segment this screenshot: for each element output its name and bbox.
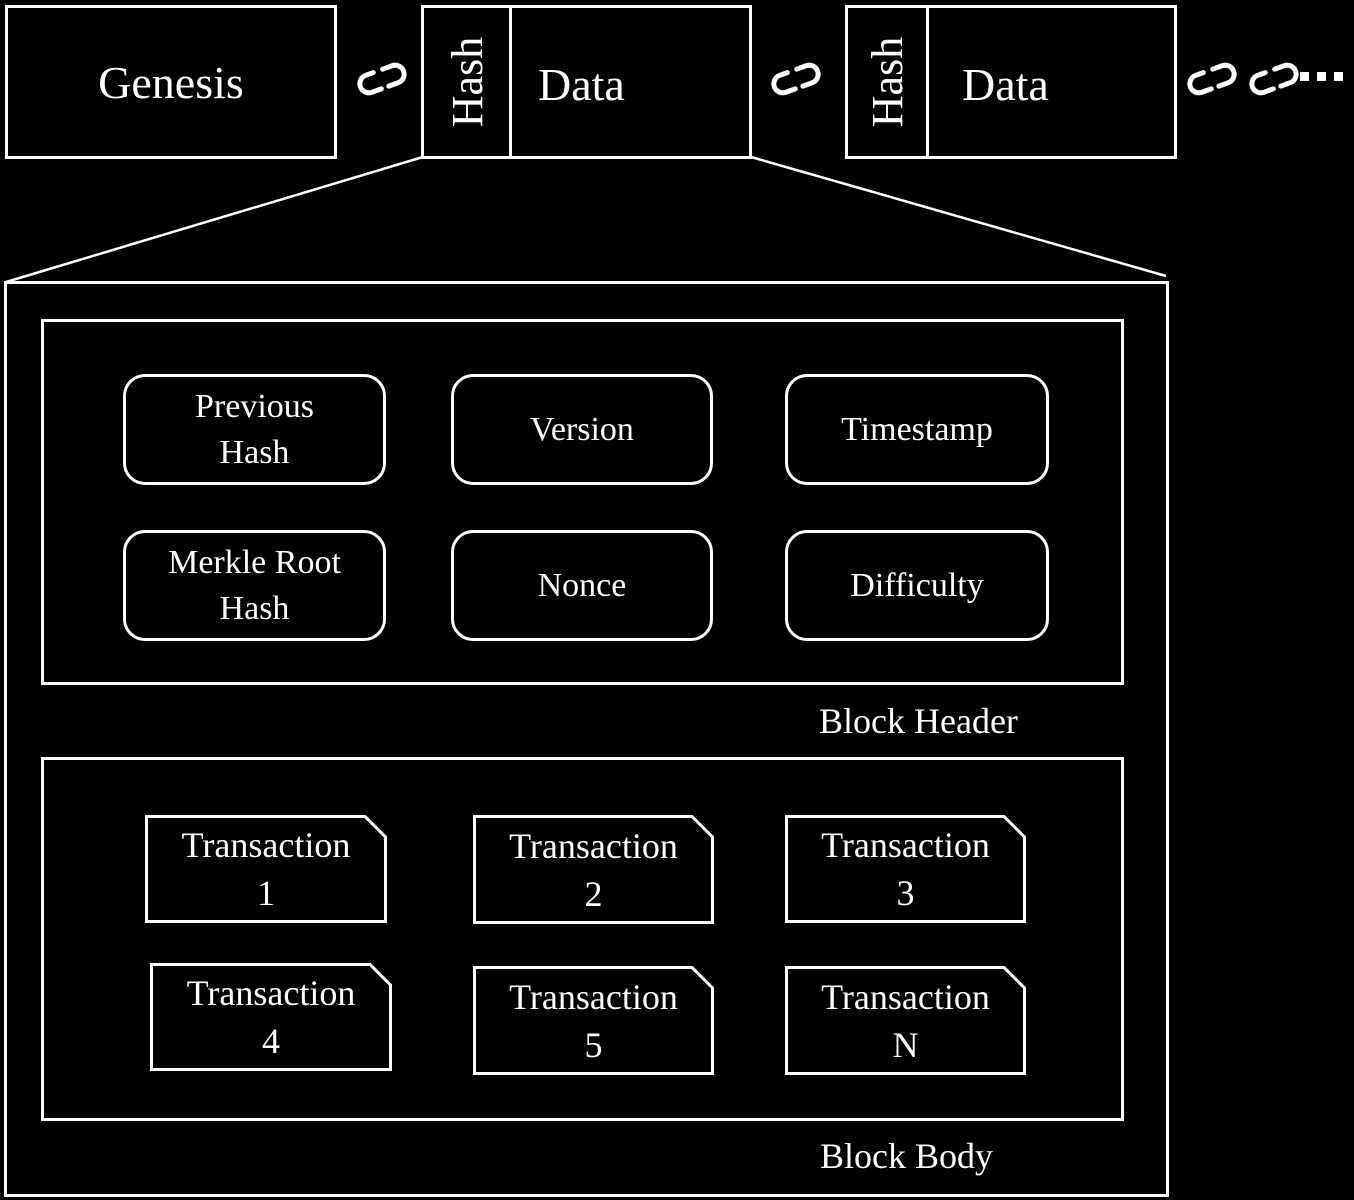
header-field-timestamp: Timestamp [785, 374, 1049, 485]
transaction-card: Transaction 4 [150, 963, 392, 1071]
chain-link-icon [1187, 62, 1237, 96]
transaction-number: 5 [584, 1024, 603, 1065]
transaction-card: Transaction 2 [473, 815, 714, 924]
transaction-text: Transaction 4 [150, 963, 392, 1071]
block-3-hash-cell: Hash [848, 8, 929, 156]
transaction-text: Transaction 3 [785, 815, 1026, 923]
continuation-dots [1300, 72, 1343, 81]
transaction-card: Transaction N [785, 966, 1026, 1075]
dot [1317, 72, 1326, 81]
zoom-line-right [750, 155, 1167, 278]
transaction-text: Transaction 1 [145, 815, 387, 923]
field-line1: Merkle Root [168, 543, 341, 581]
chain-link-icon [357, 62, 407, 96]
field-line1: Difficulty [850, 566, 984, 604]
genesis-block: Genesis [5, 5, 337, 159]
transaction-card: Transaction 3 [785, 815, 1026, 923]
field-line1: Version [530, 410, 634, 448]
block-2: Hash Data [421, 5, 752, 159]
dot [1300, 72, 1309, 81]
chain-link-icon [771, 62, 821, 96]
block-body-caption: Block Body [820, 1136, 994, 1176]
field-line1: Nonce [537, 566, 627, 604]
header-field-nonce: Nonce [451, 530, 713, 641]
transaction-label: Transaction [181, 825, 351, 865]
genesis-label: Genesis [98, 56, 244, 108]
zoom-line-left [5, 155, 424, 284]
transaction-number: 2 [584, 873, 603, 914]
transaction-text: Transaction N [785, 966, 1026, 1075]
transaction-card: Transaction 5 [473, 966, 714, 1075]
header-field-merkle-root-hash: Merkle Root Hash [123, 530, 386, 641]
transaction-label: Transaction [821, 825, 990, 865]
field-line2: Hash [219, 433, 290, 471]
header-field-version: Version [451, 374, 713, 485]
block-3-data-label: Data [962, 59, 1049, 110]
dot [1334, 72, 1343, 81]
transaction-number: 1 [257, 873, 275, 913]
transaction-number: 3 [896, 873, 915, 913]
field-line1: Previous [195, 387, 314, 425]
transaction-number: 4 [262, 1021, 280, 1061]
block-2-data-label: Data [538, 59, 625, 110]
transaction-number: N [892, 1024, 919, 1065]
block-header-caption: Block Header [819, 701, 1018, 741]
field-line2: Hash [219, 589, 290, 627]
block-3-hash-label: Hash [862, 36, 912, 128]
block-3: Hash Data [845, 5, 1177, 159]
transaction-label: Transaction [186, 973, 356, 1013]
transaction-text: Transaction 5 [473, 966, 714, 1075]
chain-link-icon [1249, 62, 1299, 96]
transaction-text: Transaction 2 [473, 815, 714, 924]
header-field-difficulty: Difficulty [785, 530, 1049, 641]
header-field-previous-hash: Previous Hash [123, 374, 386, 485]
block-2-hash-cell: Hash [424, 8, 512, 156]
field-line1: Timestamp [841, 410, 993, 448]
transaction-label: Transaction [509, 825, 678, 866]
transaction-card: Transaction 1 [145, 815, 387, 923]
block-2-hash-label: Hash [442, 36, 492, 128]
transaction-label: Transaction [821, 976, 990, 1017]
transaction-label: Transaction [509, 976, 678, 1017]
